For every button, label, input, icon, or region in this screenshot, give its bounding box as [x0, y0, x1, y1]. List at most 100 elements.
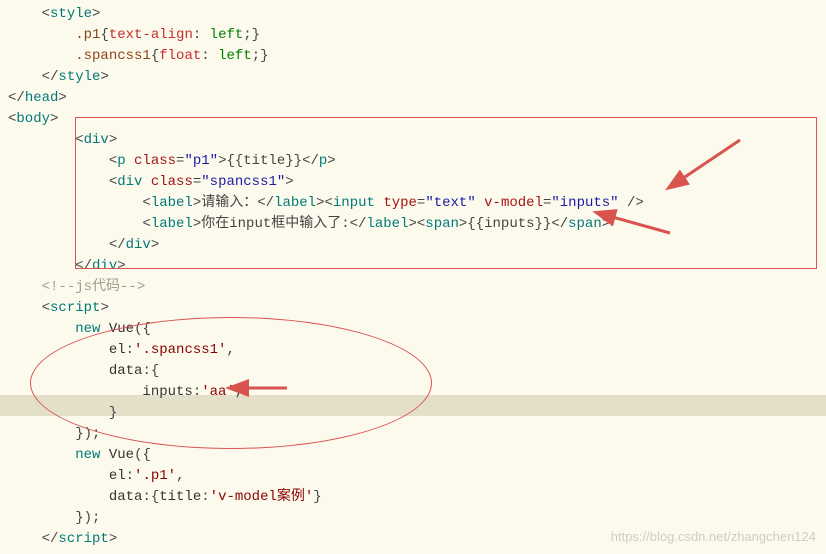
code-line: <div> [8, 130, 826, 151]
code-token: > [100, 300, 108, 316]
code-token: new [75, 321, 100, 337]
code-token: = [193, 174, 201, 190]
code-token [8, 342, 109, 358]
code-token: new [75, 447, 100, 463]
code-token: Vue [109, 447, 134, 463]
code-line: .p1{text-align: left;} [8, 25, 826, 46]
code-token: < [8, 195, 151, 211]
code-line: data:{title:'v-model案例'} [8, 487, 826, 508]
code-token [100, 321, 108, 337]
code-token [8, 489, 109, 505]
code-line: <label>请输入：</label><input type="text" v-… [8, 193, 826, 214]
code-token: .p1 [75, 27, 100, 43]
code-token: > [100, 69, 108, 85]
code-token: > [602, 216, 610, 232]
code-token: : [201, 489, 209, 505]
code-token: '.p1' [134, 468, 176, 484]
code-token: : [201, 48, 218, 64]
code-token: < [8, 300, 50, 316]
code-line: el:'.p1', [8, 466, 826, 487]
code-token: : [193, 27, 210, 43]
code-token: :{ [142, 363, 159, 379]
code-line: } [8, 403, 826, 424]
code-token: < [8, 153, 117, 169]
code-token: script [50, 300, 100, 316]
code-token: : [193, 384, 201, 400]
code-token: Vue [109, 321, 134, 337]
code-token [8, 321, 75, 337]
code-token: label [151, 216, 193, 232]
code-token: , [235, 384, 243, 400]
code-token: v-model [484, 195, 543, 211]
code-token: } [8, 405, 117, 421]
code-token: , [176, 468, 184, 484]
code-token: class [134, 153, 176, 169]
code-token: left [210, 27, 244, 43]
code-token: } [313, 489, 321, 505]
code-token: ;} [243, 27, 260, 43]
code-token: label [366, 216, 408, 232]
code-token: input [333, 195, 375, 211]
code-token: /> [619, 195, 644, 211]
code-token: 'v-model案例' [210, 489, 314, 505]
code-token: </ [8, 531, 58, 547]
code-token: > [109, 132, 117, 148]
code-token [476, 195, 484, 211]
code-token: > [327, 153, 335, 169]
code-token: 'aa' [201, 384, 235, 400]
code-token: >< [408, 216, 425, 232]
code-line: el:'.spancss1', [8, 340, 826, 361]
code-token: p [117, 153, 125, 169]
code-token [8, 48, 75, 64]
code-block: <style> .p1{text-align: left;} .spancss1… [0, 0, 826, 554]
code-token [8, 468, 109, 484]
code-token: > [285, 174, 293, 190]
code-token: inputs [142, 384, 192, 400]
code-token: head [25, 90, 59, 106]
code-token: { [100, 27, 108, 43]
code-token: :{ [142, 489, 159, 505]
code-token: "text" [425, 195, 475, 211]
code-line: data:{ [8, 361, 826, 382]
code-token [126, 153, 134, 169]
code-line: <!--js代码--> [8, 277, 826, 298]
code-token: >{{inputs}}</ [459, 216, 568, 232]
code-token: > [50, 111, 58, 127]
code-line: new Vue({ [8, 319, 826, 340]
code-token: div [117, 174, 142, 190]
code-line: </style> [8, 67, 826, 88]
code-token: div [126, 237, 151, 253]
code-line: inputs:'aa', [8, 382, 826, 403]
code-line: </div> [8, 256, 826, 277]
code-token: "p1" [184, 153, 218, 169]
code-token: label [151, 195, 193, 211]
code-token [8, 279, 42, 295]
code-line: <p class="p1">{{title}}</p> [8, 151, 826, 172]
code-token: > [117, 258, 125, 274]
code-token: { [151, 48, 159, 64]
code-token: < [8, 174, 117, 190]
code-token: div [84, 132, 109, 148]
code-token: '.spancss1' [134, 342, 226, 358]
code-line: <div class="spancss1"> [8, 172, 826, 193]
code-token [8, 363, 109, 379]
code-token: float [159, 48, 201, 64]
code-token: body [16, 111, 50, 127]
code-token: </ [8, 258, 92, 274]
code-token: <!--js代码--> [42, 279, 146, 295]
code-token: > [92, 6, 100, 22]
code-token [8, 27, 75, 43]
code-token: >{{title}}</ [218, 153, 319, 169]
code-line: </head> [8, 88, 826, 109]
code-line: .spancss1{float: left;} [8, 46, 826, 67]
code-token: }); [8, 510, 100, 526]
code-token: "spancss1" [201, 174, 285, 190]
code-token: script [58, 531, 108, 547]
code-token: text-align [109, 27, 193, 43]
code-token [8, 384, 142, 400]
code-token: data [109, 363, 143, 379]
code-token: style [58, 69, 100, 85]
code-token: el [109, 342, 126, 358]
code-token: class [151, 174, 193, 190]
code-token [142, 174, 150, 190]
